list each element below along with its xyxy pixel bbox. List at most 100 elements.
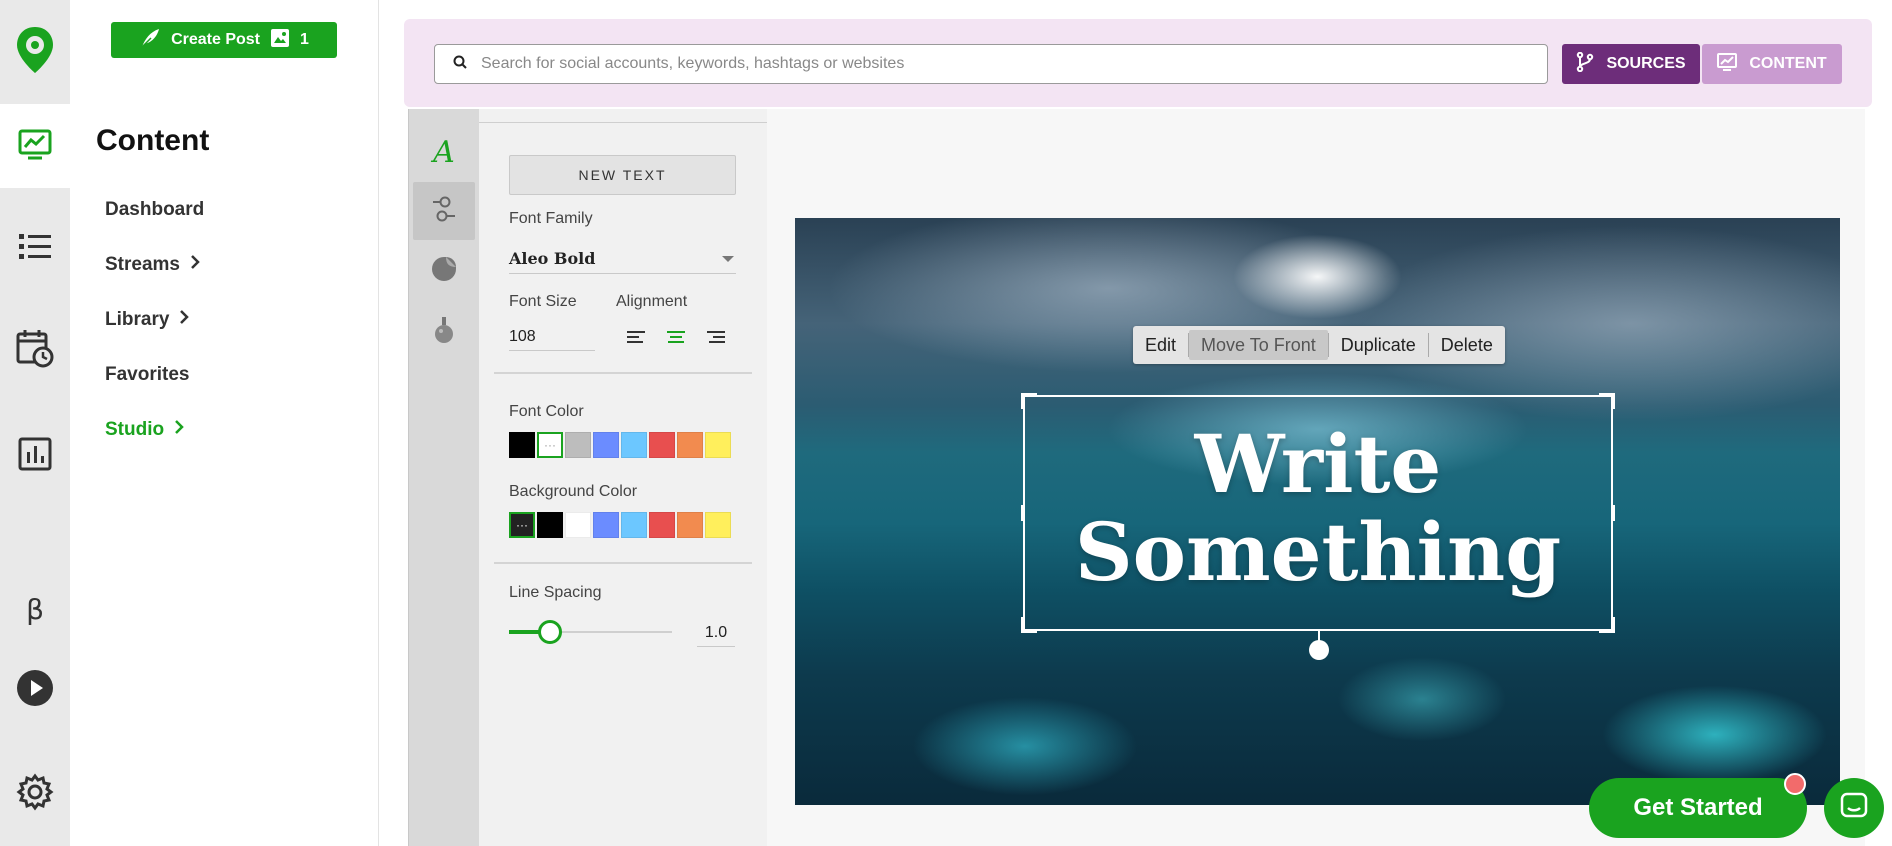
branch-icon (1576, 51, 1594, 77)
tool-sticker[interactable] (413, 242, 475, 300)
line-spacing-label: Line Spacing (509, 584, 602, 601)
feather-icon (139, 27, 161, 54)
chat-launcher-button[interactable] (1824, 778, 1884, 838)
color-swatch[interactable] (649, 512, 675, 538)
duplicate-button[interactable]: Duplicate (1329, 330, 1428, 360)
bar-chart-icon (18, 437, 52, 476)
nav-label: Library (105, 309, 170, 330)
resize-handle-tl[interactable] (1021, 393, 1037, 409)
align-right-icon (706, 331, 726, 349)
color-swatch[interactable] (705, 512, 731, 538)
search-icon (453, 55, 467, 74)
get-started-button[interactable]: Get Started (1589, 778, 1807, 838)
nav-favorites[interactable]: Favorites (105, 364, 189, 386)
panel-divider (494, 562, 752, 564)
sources-label: SOURCES (1606, 55, 1686, 72)
icon-rail: β (0, 0, 70, 846)
color-swatch[interactable] (677, 512, 703, 538)
slider-thumb[interactable] (537, 620, 562, 644)
color-swatch[interactable] (705, 432, 731, 458)
font-color-swatches: ··· (509, 432, 731, 458)
color-swatch[interactable] (593, 432, 619, 458)
tool-text[interactable]: A (413, 123, 475, 181)
color-swatch[interactable] (621, 432, 647, 458)
nav-label: Studio (105, 419, 165, 440)
chat-icon (1839, 791, 1869, 826)
canvas-text-element[interactable]: Write Something (1023, 420, 1613, 596)
rail-beta[interactable]: β (0, 567, 70, 651)
resize-handle-br[interactable] (1599, 617, 1615, 633)
alignment-label: Alignment (616, 293, 688, 310)
font-color-label: Font Color (509, 403, 584, 420)
draft-count: 1 (300, 31, 309, 48)
calendar-clock-icon (16, 328, 54, 373)
align-center-icon (666, 331, 686, 349)
chevron-right-icon (174, 419, 184, 441)
resize-handle-bl[interactable] (1021, 617, 1037, 633)
color-swatch[interactable]: ··· (537, 432, 563, 458)
content-nav: Create Post 1 Content Dashboard Streams … (70, 0, 379, 846)
move-to-front-button[interactable]: Move To Front (1189, 330, 1328, 360)
rotate-handle[interactable] (1309, 640, 1329, 660)
flask-icon (432, 316, 456, 349)
color-swatch[interactable] (565, 512, 591, 538)
chevron-right-icon (179, 309, 190, 331)
rail-play[interactable] (0, 648, 70, 732)
chevron-right-icon (190, 254, 200, 276)
tool-adjust[interactable] (413, 182, 475, 240)
rail-analytics[interactable] (0, 414, 70, 498)
align-left-button[interactable] (626, 329, 646, 347)
content-button[interactable]: CONTENT (1702, 44, 1842, 84)
edit-button[interactable]: Edit (1133, 330, 1188, 360)
color-swatch[interactable] (649, 432, 675, 458)
font-size-label: Font Size (509, 293, 577, 310)
align-center-button[interactable] (666, 329, 686, 347)
line-spacing-input[interactable]: 1.0 (697, 619, 735, 647)
color-swatch[interactable] (537, 512, 563, 538)
beta-icon: β (26, 592, 44, 626)
text-properties-panel: NEW TEXT Font Family Aleo Bold Font Size… (479, 109, 767, 846)
page-title: Content (96, 124, 210, 157)
color-swatch[interactable] (593, 512, 619, 538)
search-box[interactable] (434, 44, 1548, 84)
nav-label: Favorites (105, 364, 190, 385)
font-family-value: Aleo Bold (509, 249, 596, 268)
resize-handle-tr[interactable] (1599, 393, 1615, 409)
top-search-bar: SOURCES CONTENT (404, 19, 1872, 107)
nav-streams[interactable]: Streams (105, 254, 200, 276)
delete-button[interactable]: Delete (1429, 330, 1505, 360)
app-logo[interactable] (0, 0, 70, 104)
font-family-select[interactable]: Aleo Bold (509, 244, 736, 274)
canvas-text-line-2: Something (1074, 505, 1562, 599)
align-right-button[interactable] (706, 329, 726, 347)
color-swatch[interactable] (565, 432, 591, 458)
create-post-label: Create Post (171, 31, 260, 48)
gear-icon (16, 773, 54, 816)
font-size-input[interactable]: 108 (509, 323, 595, 351)
content-label: CONTENT (1749, 55, 1827, 72)
panel-divider-top (479, 122, 767, 123)
line-spacing-value: 1.0 (704, 623, 728, 641)
nav-dashboard[interactable]: Dashboard (105, 199, 204, 221)
nav-studio[interactable]: Studio (105, 419, 184, 441)
canvas-text-line-1: Write (1194, 417, 1442, 511)
new-text-button[interactable]: NEW TEXT (509, 155, 736, 195)
search-input[interactable] (481, 55, 1521, 73)
text-tool-icon: A (433, 134, 455, 170)
logo-pin-icon (15, 25, 55, 80)
color-swatch[interactable]: ··· (509, 512, 535, 538)
rail-content[interactable] (0, 104, 70, 188)
nav-library[interactable]: Library (105, 309, 190, 331)
create-post-button[interactable]: Create Post 1 (111, 22, 337, 58)
color-swatch[interactable] (509, 432, 535, 458)
tool-filter[interactable] (413, 303, 475, 361)
color-swatch[interactable] (621, 512, 647, 538)
color-swatch[interactable] (677, 432, 703, 458)
image-count-icon (270, 28, 290, 53)
content-chart-icon (18, 127, 52, 166)
rail-streams[interactable] (0, 206, 70, 290)
rail-calendar[interactable] (0, 308, 70, 392)
rail-settings[interactable] (0, 752, 70, 836)
sources-button[interactable]: SOURCES (1562, 44, 1700, 84)
line-spacing-slider[interactable] (509, 620, 672, 644)
